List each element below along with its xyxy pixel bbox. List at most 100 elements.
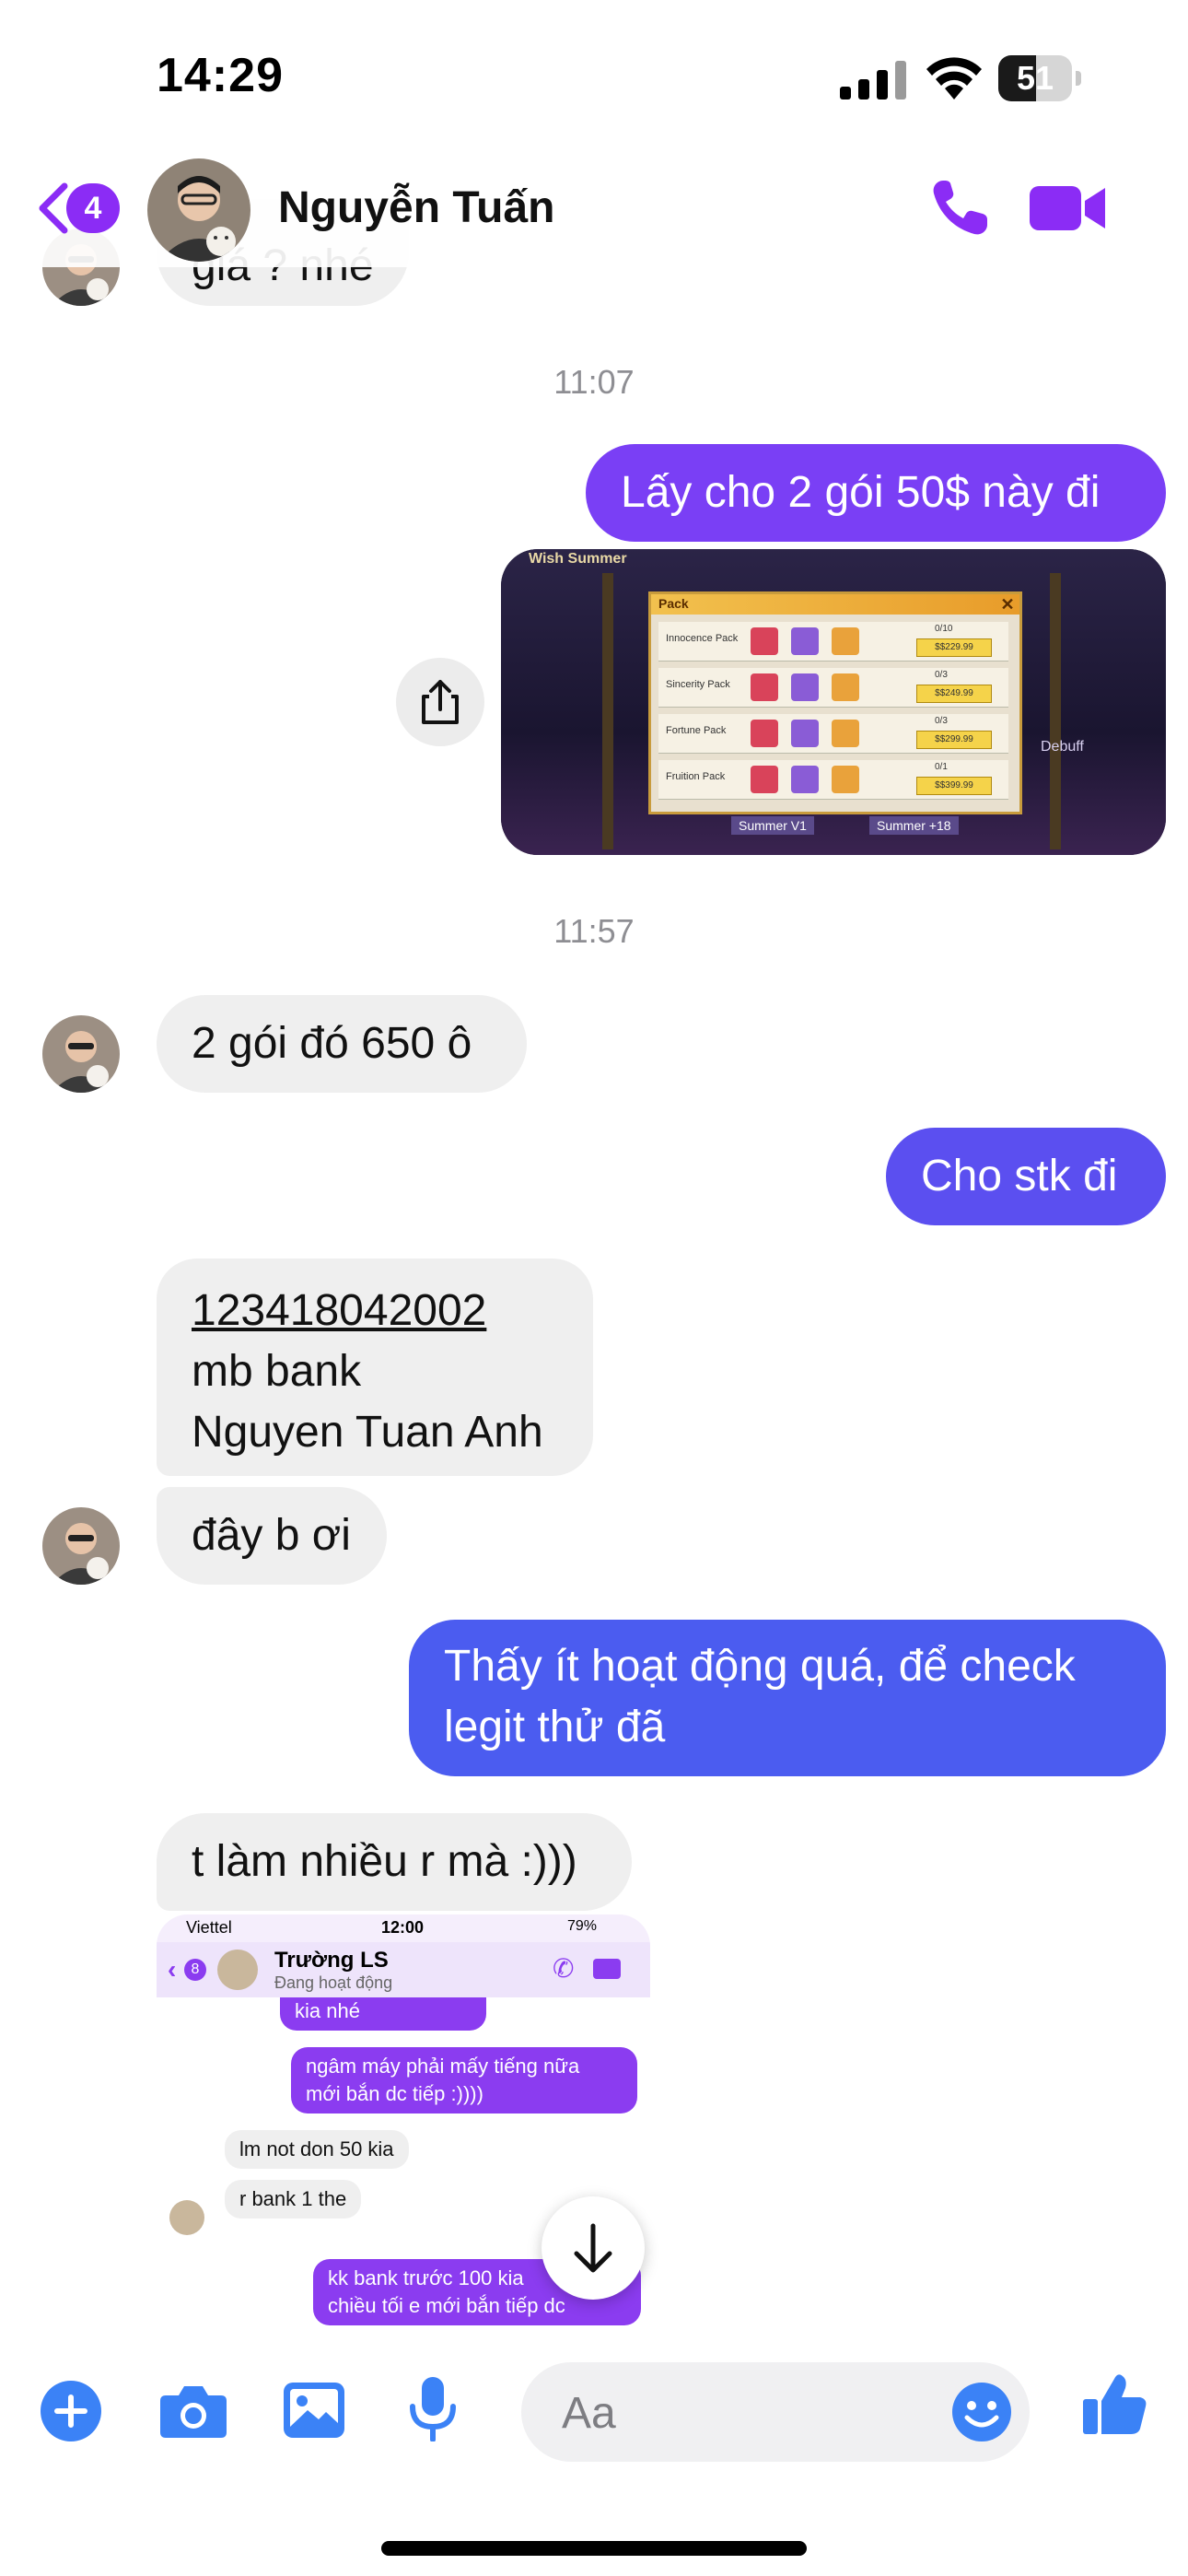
contact-name[interactable]: Nguyễn Tuấn	[278, 182, 554, 233]
account-number-link[interactable]: 123418042002	[192, 1281, 558, 1341]
message-incoming[interactable]: đây b ơi	[157, 1487, 387, 1585]
video-camera-icon	[593, 1959, 621, 1979]
embedded-message: r bank 1 the	[225, 2180, 362, 2219]
pack-item-icon	[751, 627, 778, 655]
embedded-name: Trường LS	[274, 1948, 389, 1973]
camera-icon[interactable]	[158, 2383, 228, 2440]
message-text: đây b ơi	[192, 1511, 351, 1560]
embedded-badge: 8	[184, 1959, 206, 1981]
message-outgoing[interactable]: Thấy ít hoạt động quá, để check legit th…	[409, 1620, 1166, 1776]
message-outgoing[interactable]: Cho stk đi	[886, 1128, 1166, 1225]
home-indicator	[381, 2541, 807, 2556]
arrow-down-icon	[574, 2223, 612, 2273]
chevron-left-icon: ‹	[168, 1955, 177, 1984]
pack-name: Fortune Pack	[666, 725, 727, 736]
pack-price-button[interactable]: $$299.99	[916, 731, 992, 749]
plus-icon[interactable]	[41, 2381, 101, 2441]
pack-price-button[interactable]: $$229.99	[916, 638, 992, 657]
message-text: Thấy ít hoạt động quá, để check	[444, 1642, 1076, 1691]
event-banner: Wish Summer	[529, 551, 627, 568]
pack-item-icon	[751, 673, 778, 701]
close-icon[interactable]: ✕	[997, 594, 1018, 615]
person-photo-icon	[42, 1015, 120, 1093]
message-text: 2 gói đó 650 ô	[192, 1019, 472, 1068]
contact-avatar[interactable]	[42, 1507, 120, 1585]
embedded-message: lm not don 50 kia	[225, 2130, 409, 2169]
pack-panel-title: Pack	[658, 596, 689, 611]
pack-item-icon	[751, 720, 778, 747]
embedded-message: ngâm máy phải mấy tiếng nữa mới bắn dc t…	[291, 2047, 637, 2113]
pack-item-icon	[791, 766, 819, 793]
pack-count: 0/3	[935, 716, 948, 726]
embedded-message-text: r bank 1 the	[239, 2187, 347, 2210]
status-time: 14:29	[157, 49, 284, 102]
header-avatar[interactable]	[147, 158, 250, 262]
gallery-icon[interactable]	[284, 2383, 344, 2438]
microphone-icon[interactable]	[409, 2377, 457, 2441]
contact-avatar[interactable]	[42, 1015, 120, 1093]
shared-game-image[interactable]: Wish Summer Pack ✕ Innocence Pack 0/10 $$2…	[501, 549, 1166, 855]
message-incoming[interactable]: 2 gói đó 650 ô	[157, 995, 527, 1093]
person-photo-icon	[147, 158, 250, 262]
battery-percent: 51	[1016, 59, 1054, 97]
video-camera-icon[interactable]	[1030, 181, 1107, 236]
pack-item-icon	[791, 673, 819, 701]
message-text: t làm nhiều r mà :)))	[192, 1837, 577, 1886]
pack-row[interactable]: Sincerity Pack 0/3 $$249.99	[658, 668, 1008, 708]
pack-item-icon	[832, 673, 859, 701]
pack-count: 0/1	[935, 762, 948, 772]
embedded-message: kia nhé	[280, 1997, 486, 2031]
message-text: legit thử đã	[444, 1703, 666, 1751]
side-label: Debuff	[1041, 739, 1084, 755]
share-button[interactable]	[396, 658, 484, 746]
pack-name: Fruition Pack	[666, 771, 726, 782]
pack-item-icon	[791, 720, 819, 747]
cellular-signal-icon	[840, 61, 906, 100]
emoji-icon[interactable]	[950, 2381, 1013, 2443]
embedded-carrier: Viettel	[186, 1918, 232, 1937]
pack-item-icon	[832, 720, 859, 747]
pack-name: Innocence Pack	[666, 633, 739, 644]
embedded-message-text: lm not don 50 kia	[239, 2137, 394, 2160]
pack-item-icon	[832, 627, 859, 655]
embedded-avatar	[217, 1950, 258, 1990]
pack-price-button[interactable]: $$399.99	[916, 777, 992, 795]
phone-icon: ✆	[553, 1954, 575, 1983]
embedded-battery: 79%	[567, 1918, 598, 1934]
pack-row[interactable]: Fortune Pack 0/3 $$299.99	[658, 714, 1008, 754]
message-timestamp: 11:57	[553, 912, 635, 950]
embedded-message-text: ngâm máy phải mấy tiếng nữa	[306, 2055, 580, 2078]
embedded-avatar	[169, 2200, 204, 2235]
event-label: Wish Summer	[529, 551, 627, 567]
pack-item-icon	[832, 766, 859, 793]
pack-price-button[interactable]: $$249.99	[916, 685, 992, 703]
wifi-icon	[926, 57, 982, 100]
pack-item-icon	[751, 766, 778, 793]
pack-item-icon	[791, 627, 819, 655]
message-text: Nguyen Tuan Anh	[192, 1408, 543, 1457]
message-input[interactable]	[560, 2362, 950, 2464]
pack-row[interactable]: Innocence Pack 0/10 $$229.99	[658, 622, 1008, 662]
bottom-label-right: Summer +18	[869, 816, 959, 835]
message-incoming[interactable]: 123418042002 mb bank Nguyen Tuan Anh	[157, 1259, 593, 1476]
message-text: Lấy cho 2 gói 50$ này đi	[621, 468, 1101, 517]
pack-row[interactable]: Fruition Pack 0/1 $$399.99	[658, 760, 1008, 800]
pack-count: 0/3	[935, 670, 948, 680]
pack-name: Sincerity Pack	[666, 679, 730, 690]
embedded-message-text: kia nhé	[295, 1999, 360, 2022]
bottom-label-left: Summer V1	[731, 816, 814, 835]
message-composer[interactable]	[521, 2362, 1030, 2464]
scroll-to-bottom-button[interactable]	[542, 2196, 645, 2300]
message-incoming[interactable]: t làm nhiều r mà :)))	[157, 1813, 632, 1911]
thumbs-up-icon[interactable]	[1083, 2371, 1147, 2436]
phone-icon[interactable]	[930, 177, 991, 238]
pack-count: 0/10	[935, 624, 953, 634]
embedded-time: 12:00	[381, 1918, 425, 1937]
unread-count-badge[interactable]: 4	[66, 183, 120, 233]
message-text: mb bank	[192, 1347, 362, 1396]
message-outgoing[interactable]: Lấy cho 2 gói 50$ này đi	[586, 444, 1166, 542]
battery-indicator: 51	[998, 55, 1081, 103]
message-text: Cho stk đi	[921, 1152, 1118, 1200]
embedded-status: Đang hoạt động	[274, 1973, 393, 1992]
message-timestamp: 11:07	[553, 363, 635, 401]
